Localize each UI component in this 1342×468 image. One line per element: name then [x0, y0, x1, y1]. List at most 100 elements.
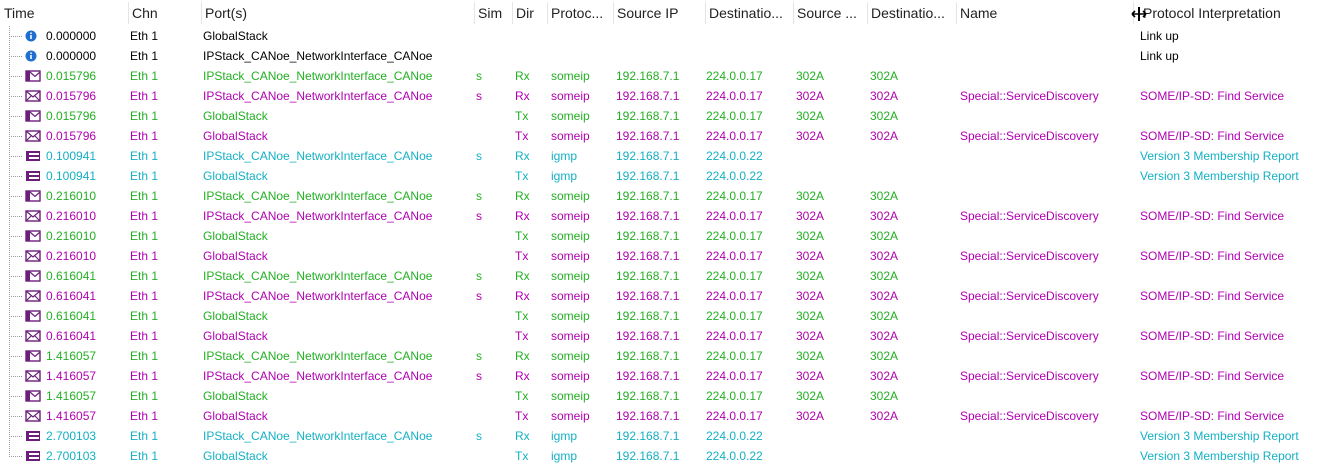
- cell-src-ip: 192.168.7.1: [616, 449, 680, 463]
- cell-time: 0.216010: [46, 209, 97, 223]
- column-header-sim[interactable]: Sim: [474, 0, 512, 26]
- cell-time: 0.616041: [46, 309, 97, 323]
- trace-row[interactable]: 0.015796 Eth 1 IPStack_CANoe_NetworkInterf…: [0, 86, 1342, 106]
- cell-ports: GlobalStack: [203, 409, 268, 423]
- cell-time: 0.216010: [46, 249, 97, 263]
- column-header-proto[interactable]: Protoc...: [547, 0, 613, 26]
- cell-chn: Eth 1: [130, 89, 159, 103]
- cell-interp: SOME/IP-SD: Find Service: [1140, 129, 1285, 143]
- cell-dir: Tx: [515, 109, 529, 123]
- trace-row[interactable]: 0.216010 Eth 1 IPStack_CANoe_NetworkInterf…: [0, 186, 1342, 206]
- column-separator[interactable]: [705, 2, 706, 24]
- cell-src-ip: 192.168.7.1: [616, 289, 680, 303]
- cell-time: 0.216010: [46, 229, 97, 243]
- cell-sim: s: [476, 69, 482, 83]
- column-separator[interactable]: [867, 2, 868, 24]
- cell-interp: SOME/IP-SD: Find Service: [1140, 249, 1285, 263]
- column-separator[interactable]: [128, 2, 129, 24]
- trace-row[interactable]: 2.700103 Eth 1 GlobalStack Tx igmp 192.168.7.…: [0, 446, 1342, 466]
- column-header-dir[interactable]: Dir: [512, 0, 547, 26]
- trace-row[interactable]: 0.015796 Eth 1 GlobalStack Tx someip 192.168.…: [0, 106, 1342, 126]
- cell-dir: Tx: [515, 449, 529, 463]
- cell-dst-port: 302A: [870, 189, 899, 203]
- cell-ports: GlobalStack: [203, 449, 268, 463]
- column-separator[interactable]: [956, 2, 957, 24]
- trace-row[interactable]: 1.416057 Eth 1 GlobalStack Tx someip 192.168.…: [0, 386, 1342, 406]
- cell-dir: Rx: [515, 369, 530, 383]
- message-icon: [25, 210, 41, 222]
- cell-proto: someip: [551, 89, 590, 103]
- trace-row[interactable]: 0.616041 Eth 1 GlobalStack Tx someip 192.168.…: [0, 306, 1342, 326]
- trace-row[interactable]: 0.100941 Eth 1 GlobalStack Tx igmp 192.168.7.…: [0, 166, 1342, 186]
- column-header-dst-port[interactable]: Destinatio...: [867, 0, 956, 26]
- trace-row[interactable]: 0.616041 Eth 1 IPStack_CANoe_NetworkInterf…: [0, 286, 1342, 306]
- trace-row[interactable]: 0.015796 Eth 1 GlobalStack Tx someip 192.168.…: [0, 126, 1342, 146]
- trace-row[interactable]: 0.616041 Eth 1 GlobalStack Tx someip 192.168.…: [0, 326, 1342, 346]
- cell-dst-port: 302A: [870, 309, 899, 323]
- cell-src-port: 302A: [796, 129, 825, 143]
- cell-src-ip: 192.168.7.1: [616, 369, 680, 383]
- trace-row[interactable]: 2.700103 Eth 1 IPStack_CANoe_NetworkInterf…: [0, 426, 1342, 446]
- column-separator[interactable]: [613, 2, 614, 24]
- message-icon: [25, 290, 41, 302]
- trace-row[interactable]: 1.416057 Eth 1 GlobalStack Tx someip 192.168.…: [0, 406, 1342, 426]
- message-icon: [25, 90, 41, 102]
- cell-name: Special::ServiceDiscovery: [960, 89, 1099, 103]
- cell-chn: Eth 1: [130, 69, 159, 83]
- column-header-time[interactable]: Time: [0, 0, 128, 26]
- column-separator[interactable]: [547, 2, 548, 24]
- trace-row[interactable]: 1.416057 Eth 1 IPStack_CANoe_NetworkInterf…: [0, 366, 1342, 386]
- cell-src-port: 302A: [796, 89, 825, 103]
- column-header-interp[interactable]: Protocol Interpretation: [1133, 0, 1342, 26]
- cell-time: 0.616041: [46, 329, 97, 343]
- cell-sim: s: [476, 289, 482, 303]
- cell-name: Special::ServiceDiscovery: [960, 409, 1099, 423]
- cell-proto: someip: [551, 189, 590, 203]
- frame-icon: [25, 270, 41, 282]
- cell-chn: Eth 1: [130, 369, 159, 383]
- cell-sim: s: [476, 349, 482, 363]
- cell-src-ip: 192.168.7.1: [616, 249, 680, 263]
- cell-ports: IPStack_CANoe_NetworkInterface_CANoe: [203, 189, 433, 203]
- info-icon: [25, 50, 37, 62]
- trace-row[interactable]: 0.000000 Eth 1 GlobalStack Link up: [0, 26, 1342, 46]
- cell-dir: Tx: [515, 129, 529, 143]
- trace-row[interactable]: 0.000000 Eth 1 IPStack_CANoe_NetworkInterf…: [0, 46, 1342, 66]
- trace-row[interactable]: 0.100941 Eth 1 IPStack_CANoe_NetworkInterf…: [0, 146, 1342, 166]
- cell-ports: GlobalStack: [203, 249, 268, 263]
- column-separator[interactable]: [512, 2, 513, 24]
- cell-dir: Tx: [515, 389, 529, 403]
- column-separator[interactable]: [201, 2, 202, 24]
- cell-dst: 224.0.0.17: [706, 409, 763, 423]
- cell-src-port: 302A: [796, 349, 825, 363]
- column-separator[interactable]: [793, 2, 794, 24]
- cell-dir: Rx: [515, 149, 530, 163]
- trace-row[interactable]: 0.216010 Eth 1 IPStack_CANoe_NetworkInterf…: [0, 206, 1342, 226]
- column-header-name[interactable]: Name: [956, 0, 1133, 26]
- trace-row[interactable]: 1.416057 Eth 1 IPStack_CANoe_NetworkInterf…: [0, 346, 1342, 366]
- cell-dst-port: 302A: [870, 109, 899, 123]
- cell-time: 0.015796: [46, 129, 97, 143]
- cell-dst-port: 302A: [870, 369, 899, 383]
- cell-src-ip: 192.168.7.1: [616, 69, 680, 83]
- cell-src-ip: 192.168.7.1: [616, 409, 680, 423]
- cell-dir: Tx: [515, 229, 529, 243]
- column-separator[interactable]: [474, 2, 475, 24]
- cell-name: Special::ServiceDiscovery: [960, 249, 1099, 263]
- column-header-ports[interactable]: Port(s): [201, 0, 474, 26]
- trace-row[interactable]: 0.216010 Eth 1 GlobalStack Tx someip 192.168.…: [0, 226, 1342, 246]
- column-header-chn[interactable]: Chn: [128, 0, 201, 26]
- trace-row[interactable]: 0.015796 Eth 1 IPStack_CANoe_NetworkInterf…: [0, 66, 1342, 86]
- trace-row[interactable]: 0.616041 Eth 1 IPStack_CANoe_NetworkInterf…: [0, 266, 1342, 286]
- column-header-src-port[interactable]: Source ...: [793, 0, 867, 26]
- cell-proto: someip: [551, 389, 590, 403]
- cell-dst: 224.0.0.22: [706, 149, 763, 163]
- cell-time: 1.416057: [46, 349, 97, 363]
- column-header-src-ip[interactable]: Source IP: [613, 0, 705, 26]
- cell-src-port: 302A: [796, 269, 825, 283]
- trace-row[interactable]: 0.216010 Eth 1 GlobalStack Tx someip 192.168.…: [0, 246, 1342, 266]
- cell-proto: someip: [551, 249, 590, 263]
- column-header-dst[interactable]: Destinatio...: [705, 0, 793, 26]
- cell-src-ip: 192.168.7.1: [616, 189, 680, 203]
- cell-proto: someip: [551, 349, 590, 363]
